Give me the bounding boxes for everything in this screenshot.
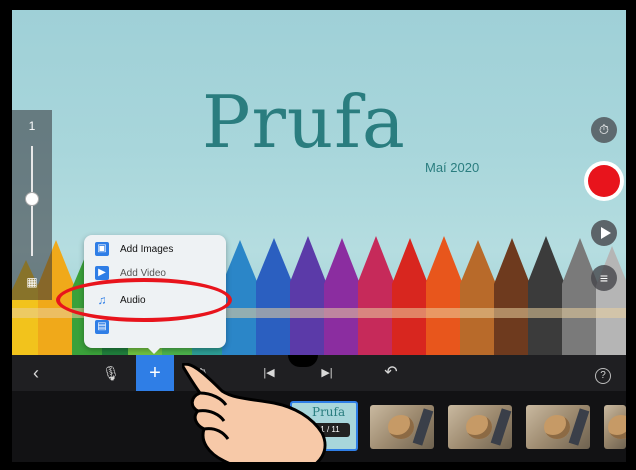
record-button[interactable] [584, 161, 624, 201]
undo-icon: ↶ [384, 364, 398, 381]
play-icon [601, 227, 611, 239]
filmstrip-thumb[interactable] [448, 405, 512, 449]
add-button[interactable]: + [136, 355, 174, 391]
filmstrip-thumb[interactable] [370, 405, 434, 449]
help-button[interactable]: ? [592, 355, 614, 391]
menu-item-add-images[interactable]: ▣ Add Images [84, 237, 226, 263]
timer-icon: ⏱ [598, 122, 610, 137]
microphone-icon: 🎙 [102, 365, 120, 381]
microphone-button[interactable]: 🎙 [100, 355, 122, 391]
plus-icon: + [149, 362, 161, 384]
chevron-left-icon: ‹ [33, 363, 39, 383]
zoom-slider-handle[interactable] [25, 192, 39, 206]
zoom-in-icon[interactable]: 1 [24, 118, 40, 134]
undo-button[interactable]: ↶ [380, 355, 402, 391]
filmstrip-thumb[interactable] [604, 405, 626, 449]
slide-title: Prufa [202, 80, 406, 164]
image-icon: ▣ [95, 242, 109, 256]
device-frame: Prufa Maí 2020 1 ▦ ⏱ ≡ ▣ Add Images ▶ Ad… [0, 0, 636, 470]
popup-caret [146, 346, 162, 354]
sliders-icon: ≡ [599, 270, 609, 286]
settings-button[interactable]: ≡ [591, 265, 617, 291]
menu-item-label: Add Images [120, 244, 174, 255]
app-screen: Prufa Maí 2020 1 ▦ ⏱ ≡ ▣ Add Images ▶ Ad… [12, 10, 626, 462]
filmstrip-thumb[interactable] [526, 405, 590, 449]
file-icon: ▤ [95, 320, 109, 334]
help-icon: ? [595, 368, 611, 384]
play-button[interactable] [591, 220, 617, 246]
pointing-hand-icon [182, 363, 327, 462]
timer-button[interactable]: ⏱ [591, 117, 617, 143]
slide-subtitle: Maí 2020 [425, 160, 480, 175]
zoom-panel: 1 ▦ [12, 110, 52, 300]
highlight-ellipse [56, 278, 232, 322]
record-icon [588, 165, 620, 197]
video-icon: ▶ [95, 266, 109, 280]
back-button[interactable]: ‹ [26, 355, 46, 391]
zoom-out-icon[interactable]: ▦ [24, 274, 40, 290]
